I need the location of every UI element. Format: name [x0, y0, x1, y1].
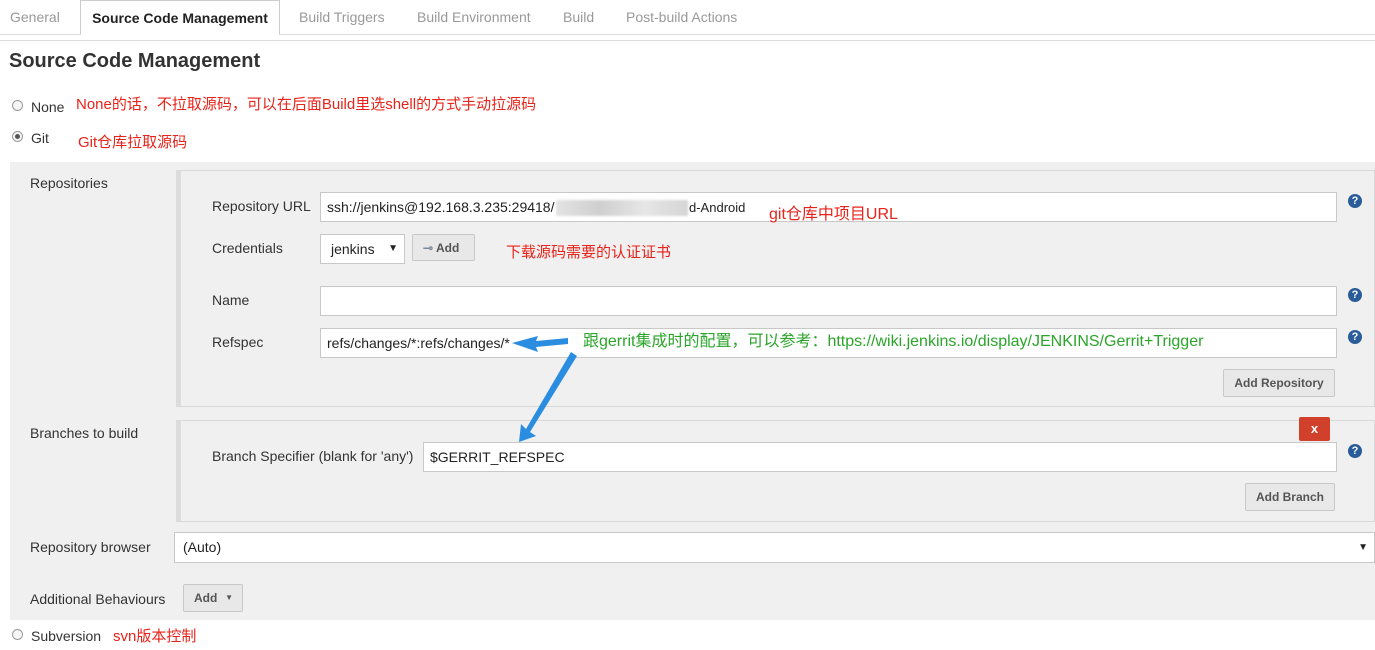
- arrow-to-branch-specifier: [519, 352, 577, 442]
- annotation-arrows: [512, 336, 577, 442]
- arrow-to-refspec: [512, 336, 568, 352]
